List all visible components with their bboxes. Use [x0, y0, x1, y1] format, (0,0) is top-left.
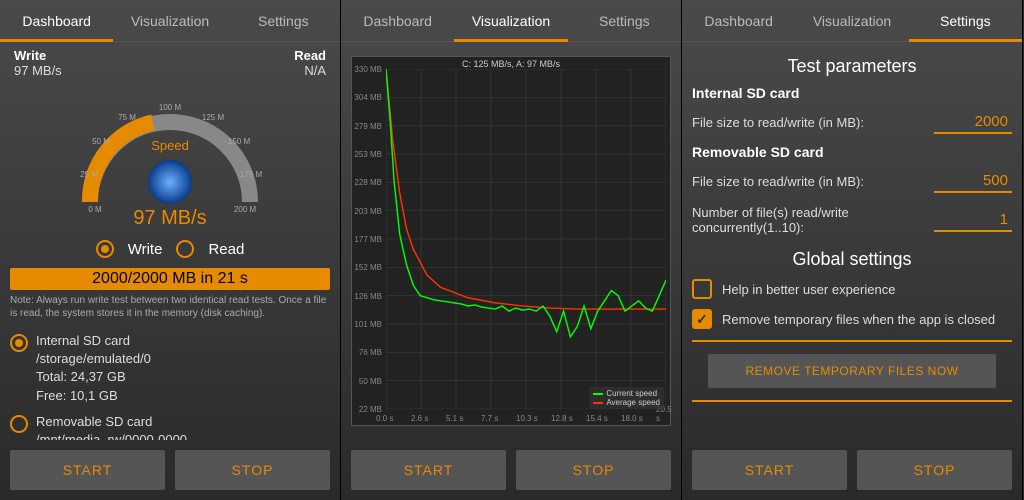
start-button[interactable]: START	[10, 450, 165, 490]
stop-button[interactable]: STOP	[516, 450, 671, 490]
tab-visualization[interactable]: Visualization	[795, 0, 908, 41]
tab-dashboard[interactable]: Dashboard	[0, 0, 113, 41]
tab-visualization[interactable]: Visualization	[454, 0, 567, 41]
removable-filesize-input[interactable]: 500	[934, 170, 1012, 193]
concurrent-label: Number of file(s) read/write concurrentl…	[692, 205, 934, 235]
tab-bar: Dashboard Visualization Settings	[682, 0, 1022, 42]
tab-dashboard[interactable]: Dashboard	[341, 0, 454, 41]
tab-visualization[interactable]: Visualization	[113, 0, 226, 41]
radio-read[interactable]	[176, 240, 194, 258]
mode-read-label: Read	[208, 241, 244, 258]
chart-title: C: 125 MB/s, A: 97 MB/s	[352, 59, 670, 69]
svg-text:175 M: 175 M	[240, 170, 263, 179]
progress-bar: 2000/2000 MB in 21 s	[10, 268, 330, 290]
internal-filesize-input[interactable]: 2000	[934, 111, 1012, 134]
tab-settings[interactable]: Settings	[568, 0, 681, 41]
write-label: Write	[14, 48, 46, 63]
screen-settings: Dashboard Visualization Settings Test pa…	[682, 0, 1023, 500]
svg-text:125 M: 125 M	[202, 113, 225, 122]
global-title: Global settings	[692, 241, 1012, 274]
help-label: Help in better user experience	[722, 282, 895, 297]
svg-text:75 M: 75 M	[118, 113, 136, 122]
tab-bar: Dashboard Visualization Settings	[0, 0, 340, 42]
svg-text:200 M: 200 M	[234, 205, 257, 214]
chart-legend: Current speed Average speed	[589, 387, 664, 409]
screen-dashboard: Dashboard Visualization Settings Write 97…	[0, 0, 341, 500]
stop-button[interactable]: STOP	[175, 450, 330, 490]
mode-selector: Write Read	[10, 234, 330, 264]
note-text: Note: Always run write test between two …	[10, 292, 330, 326]
internal-path: /storage/emulated/0	[36, 350, 151, 368]
radio-removable[interactable]	[10, 415, 28, 433]
svg-text:100 M: 100 M	[159, 103, 182, 112]
radio-write[interactable]	[96, 240, 114, 258]
gauge-speed-value: 97 MB/s	[133, 207, 206, 229]
internal-free: Free: 10,1 GB	[36, 387, 151, 405]
remove-files-button[interactable]: REMOVE TEMPORARY FILES NOW	[708, 354, 996, 388]
tab-settings[interactable]: Settings	[227, 0, 340, 41]
start-button[interactable]: START	[351, 450, 506, 490]
tab-settings[interactable]: Settings	[909, 0, 1022, 41]
test-params-title: Test parameters	[692, 48, 1012, 81]
checkbox-remove[interactable]	[692, 309, 712, 329]
storage-removable[interactable]: Removable SD card /mnt/media_rw/0000-000…	[10, 409, 330, 440]
storage-internal[interactable]: Internal SD card /storage/emulated/0 Tot…	[10, 328, 330, 409]
speed-gauge: 0 M 25 M 50 M 75 M 100 M 125 M 150 M 175 M 200 …	[10, 72, 330, 232]
removable-heading: Removable SD card	[692, 140, 1012, 164]
internal-total: Total: 24,37 GB	[36, 368, 151, 386]
svg-text:50 M: 50 M	[92, 137, 110, 146]
concurrent-input[interactable]: 1	[934, 209, 1012, 232]
checkbox-help[interactable]	[692, 279, 712, 299]
svg-text:0 M: 0 M	[88, 205, 102, 214]
screen-visualization: Dashboard Visualization Settings C: 125 …	[341, 0, 682, 500]
stop-button[interactable]: STOP	[857, 450, 1012, 490]
internal-filesize-label: File size to read/write (in MB):	[692, 115, 934, 130]
remove-label: Remove temporary files when the app is c…	[722, 312, 995, 327]
removable-path: /mnt/media_rw/0000-0000	[36, 431, 187, 440]
speed-chart: C: 125 MB/s, A: 97 MB/s 330 MB304 MB279 …	[351, 56, 671, 426]
radio-internal[interactable]	[10, 334, 28, 352]
legend-average: Average speed	[606, 398, 660, 407]
tab-dashboard[interactable]: Dashboard	[682, 0, 795, 41]
start-button[interactable]: START	[692, 450, 847, 490]
removable-title: Removable SD card	[36, 413, 187, 431]
internal-title: Internal SD card	[36, 332, 151, 350]
tab-bar: Dashboard Visualization Settings	[341, 0, 681, 42]
legend-current: Current speed	[606, 389, 657, 398]
removable-filesize-label: File size to read/write (in MB):	[692, 174, 934, 189]
mode-write-label: Write	[128, 241, 163, 258]
gauge-speed-label: Speed	[151, 138, 189, 153]
internal-heading: Internal SD card	[692, 81, 1012, 105]
svg-text:25 M: 25 M	[80, 170, 98, 179]
svg-text:150 M: 150 M	[228, 137, 251, 146]
read-label: Read	[294, 48, 326, 63]
